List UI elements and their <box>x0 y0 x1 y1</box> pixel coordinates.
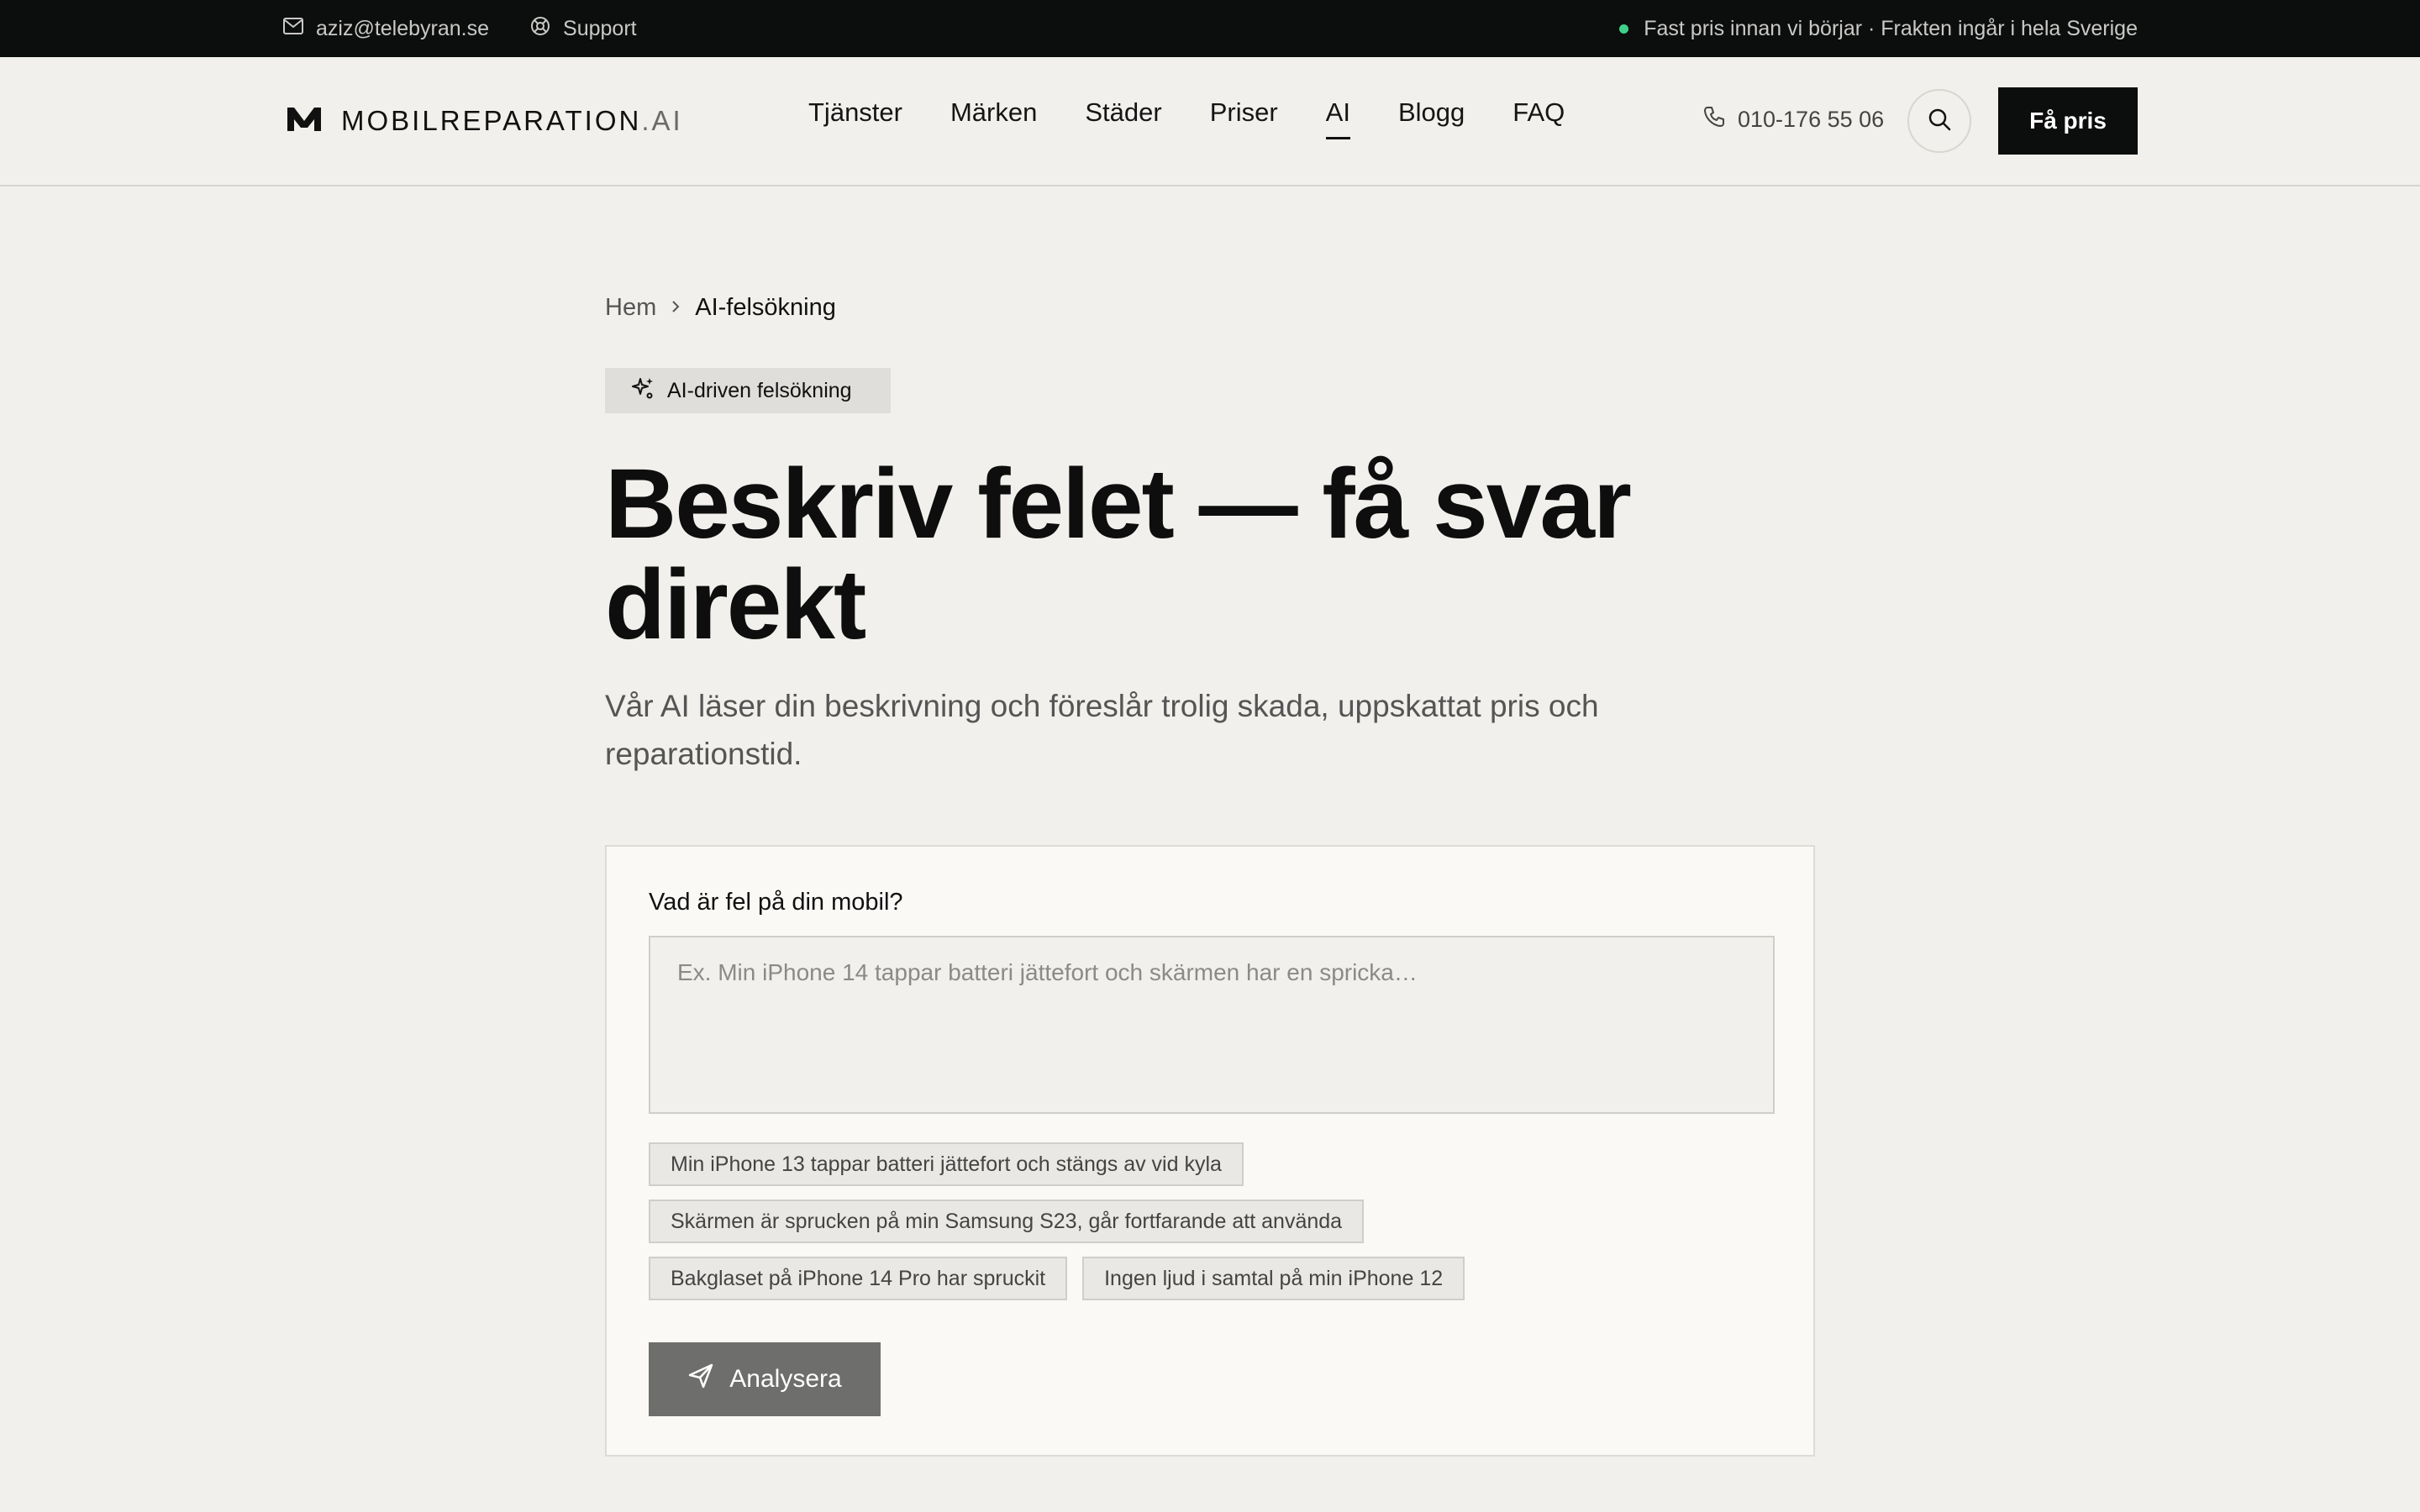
send-icon <box>687 1362 714 1396</box>
search-button[interactable] <box>1907 89 1971 153</box>
logo[interactable]: MOBILREPARATION.AI <box>286 104 683 137</box>
top-bar-notice: Fast pris innan vi börjar · Frakten ingå… <box>1619 0 2138 57</box>
nav-item-marken[interactable]: Märken <box>950 97 1037 139</box>
nav-item-stader[interactable]: Städer <box>1085 97 1161 139</box>
email-text: aziz@telebyran.se <box>316 16 490 40</box>
nav-item-tjanster[interactable]: Tjänster <box>808 97 902 139</box>
site-header: MOBILREPARATION.AI Tjänster Märken Städe… <box>0 57 2420 186</box>
status-dot-icon <box>1619 24 1629 34</box>
suggestion-chip[interactable]: Bakglaset på iPhone 14 Pro har spruckit <box>649 1257 1068 1300</box>
suggestion-chips: Min iPhone 13 tappar batteri jättefort o… <box>649 1142 1775 1314</box>
logo-text: MOBILREPARATION.AI <box>341 105 683 137</box>
page-subtitle: Vår AI läser din beskrivning och föreslå… <box>605 689 1599 771</box>
problem-description-input[interactable] <box>649 936 1775 1114</box>
nav-item-ai[interactable]: AI <box>1325 97 1351 139</box>
get-price-button[interactable]: Få pris <box>1998 87 2138 155</box>
nav-item-blogg[interactable]: Blogg <box>1398 97 1465 139</box>
phone-link[interactable]: 010-176 55 06 <box>1702 105 1884 134</box>
suggestion-chip[interactable]: Skärmen är sprucken på min Samsung S23, … <box>649 1200 1365 1243</box>
top-bar-contacts: aziz@telebyran.se Support <box>282 0 637 57</box>
nav-item-faq[interactable]: FAQ <box>1512 97 1565 139</box>
nav-item-priser[interactable]: Priser <box>1210 97 1278 139</box>
diagnosis-form-card: Vad är fel på din mobil? Min iPhone 13 t… <box>605 845 1815 1457</box>
mail-icon <box>282 17 304 41</box>
suggestion-chip[interactable]: Min iPhone 13 tappar batteri jättefort o… <box>649 1142 1244 1186</box>
email-link[interactable]: aziz@telebyran.se <box>282 17 489 41</box>
analyze-label: Analysera <box>729 1365 842 1393</box>
breadcrumb-home[interactable]: Hem <box>605 294 656 322</box>
phone-icon <box>1702 105 1726 134</box>
badge-text: AI-driven felsökning <box>667 378 852 402</box>
top-bar: aziz@telebyran.se Support Fast pris inna… <box>0 0 2420 57</box>
breadcrumb-current: AI-felsökning <box>695 294 836 321</box>
main-nav: Tjänster Märken Städer Priser AI Blogg F… <box>808 97 1565 139</box>
support-link[interactable]: Support <box>529 15 637 43</box>
sparkles-icon <box>630 375 655 407</box>
notice-text: Fast pris innan vi börjar · Frakten ingå… <box>1644 16 2138 40</box>
breadcrumb: Hem AI-felsökning <box>605 294 836 322</box>
lifebuoy-icon <box>529 15 551 43</box>
logo-suffix: .AI <box>641 104 683 136</box>
logo-main: MOBILREPARATION <box>341 104 642 136</box>
phone-number: 010-176 55 06 <box>1738 107 1885 132</box>
ai-badge: AI-driven felsökning <box>605 368 891 413</box>
search-icon <box>1927 107 1952 136</box>
analyze-button[interactable]: Analysera <box>649 1342 881 1416</box>
page-title: Beskriv felet — få svar direkt <box>605 449 1632 660</box>
chevron-right-icon <box>670 294 681 322</box>
support-text: Support <box>563 16 637 40</box>
problem-label: Vad är fel på din mobil? <box>649 889 903 916</box>
logo-icon <box>286 104 323 137</box>
suggestion-chip[interactable]: Ingen ljud i samtal på min iPhone 12 <box>1082 1257 1465 1300</box>
